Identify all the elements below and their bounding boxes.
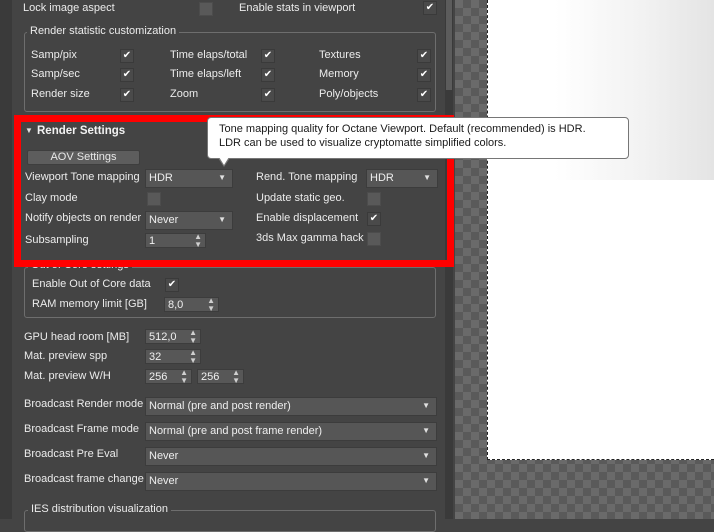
mat-preview-width-value: 256 — [149, 371, 168, 383]
stat-checkbox[interactable]: ✔ — [417, 88, 431, 102]
checkmark-icon: ✔ — [167, 279, 177, 290]
spinner-arrows-icon[interactable]: ▲ ▼ — [189, 349, 197, 365]
broadcast-frame-change-value: Never — [149, 475, 179, 487]
stat-label: Poly/objects — [319, 88, 379, 100]
viewport[interactable] — [455, 0, 714, 519]
broadcast-frame-change-label: Broadcast frame change — [24, 473, 144, 485]
stat-checkbox[interactable]: ✔ — [261, 68, 275, 82]
checkmark-icon: ✔ — [263, 69, 273, 80]
ram-memory-limit-value: 8,0 — [168, 299, 184, 311]
broadcast-pre-eval-value: Never — [149, 450, 179, 462]
mat-preview-spp-value: 32 — [149, 351, 162, 363]
broadcast-pre-eval-dropdown[interactable]: Never ▼ — [145, 447, 437, 466]
stat-label: Samp/pix — [31, 49, 77, 61]
ram-memory-limit-spinner[interactable]: 8,0 ▲ ▼ — [164, 297, 219, 313]
tooltip: Tone mapping quality for Octane Viewport… — [207, 117, 629, 167]
gpu-head-room-spinner[interactable]: 512,0 ▲ ▼ — [145, 329, 201, 345]
enable-stats-label: Enable stats in viewport — [239, 2, 356, 14]
stat-label: Textures — [319, 49, 361, 61]
broadcast-render-mode-label: Broadcast Render mode — [24, 398, 144, 410]
mat-preview-height-spinner[interactable]: 256 ▲ ▼ — [197, 369, 244, 385]
mat-preview-spp-label: Mat. preview spp — [24, 350, 108, 362]
ies-group-title: IES distribution visualization — [28, 503, 171, 513]
tooltip-line-1: Tone mapping quality for Octane Viewport… — [219, 123, 586, 135]
stat-label: Render size — [31, 88, 90, 100]
spinner-arrows-icon[interactable]: ▲ ▼ — [232, 369, 240, 385]
gpu-head-room-label: GPU head room [MB] — [24, 331, 130, 343]
mat-preview-wh-label: Mat. preview W/H — [24, 370, 111, 382]
checkmark-icon: ✔ — [419, 89, 429, 100]
chevron-down-icon: ▼ — [422, 451, 430, 460]
tooltip-line-2: LDR can be used to visualize cryptomatte… — [219, 137, 507, 149]
enable-out-of-core-checkbox[interactable]: ✔ — [165, 278, 179, 292]
spinner-arrows-icon[interactable]: ▲ ▼ — [189, 329, 197, 345]
checkmark-icon: ✔ — [263, 89, 273, 100]
mat-preview-width-spinner[interactable]: 256 ▲ ▼ — [145, 369, 192, 385]
stat-label: Time elaps/left — [170, 68, 242, 80]
tooltip-tail-fill — [219, 157, 229, 165]
checkmark-icon: ✔ — [122, 89, 132, 100]
ram-memory-limit-label: RAM memory limit [GB] — [32, 298, 147, 310]
checkmark-icon: ✔ — [419, 50, 429, 61]
stat-label: Samp/sec — [31, 68, 80, 80]
spinner-arrows-icon[interactable]: ▲ ▼ — [180, 369, 188, 385]
ies-group — [24, 510, 436, 532]
chevron-down-icon: ▼ — [422, 476, 430, 485]
broadcast-frame-mode-dropdown[interactable]: Normal (pre and post frame render) ▼ — [145, 422, 437, 441]
broadcast-frame-mode-label: Broadcast Frame mode — [24, 423, 139, 435]
stat-checkbox[interactable]: ✔ — [120, 68, 134, 82]
mat-preview-spp-spinner[interactable]: 32 ▲ ▼ — [145, 349, 201, 365]
panel-scrollbar-thumb[interactable] — [446, 0, 452, 90]
stat-checkbox[interactable]: ✔ — [120, 49, 134, 63]
enable-out-of-core-label: Enable Out of Core data — [32, 278, 151, 290]
stat-label: Zoom — [170, 88, 199, 100]
stat-checkbox[interactable]: ✔ — [120, 88, 134, 102]
chevron-down-icon: ▼ — [422, 401, 430, 410]
stat-checkbox[interactable]: ✔ — [417, 68, 431, 82]
checkmark-icon: ✔ — [263, 50, 273, 61]
lock-image-aspect-checkbox[interactable] — [199, 2, 213, 16]
broadcast-render-mode-dropdown[interactable]: Normal (pre and post render) ▼ — [145, 397, 437, 416]
stat-checkbox[interactable]: ✔ — [261, 49, 275, 63]
panel-left-edge — [0, 0, 12, 519]
render-statistic-group-title: Render statistic customization — [27, 25, 180, 37]
lock-image-aspect-label: Lock image aspect — [23, 2, 115, 14]
stat-label: Time elaps/total — [170, 49, 248, 61]
checkmark-icon: ✔ — [122, 50, 132, 61]
stat-checkbox[interactable]: ✔ — [261, 88, 275, 102]
checkmark-icon: ✔ — [122, 69, 132, 80]
enable-stats-checkbox[interactable]: ✔ — [423, 1, 437, 15]
broadcast-frame-change-dropdown[interactable]: Never ▼ — [145, 472, 437, 491]
spinner-arrows-icon[interactable]: ▲ ▼ — [207, 297, 215, 313]
broadcast-frame-mode-value: Normal (pre and post frame render) — [149, 425, 323, 437]
stat-checkbox[interactable]: ✔ — [417, 49, 431, 63]
checkmark-icon: ✔ — [419, 69, 429, 80]
checkmark-icon: ✔ — [425, 2, 435, 13]
broadcast-pre-eval-label: Broadcast Pre Eval — [24, 448, 119, 460]
broadcast-render-mode-value: Normal (pre and post render) — [149, 400, 291, 412]
mat-preview-height-value: 256 — [201, 371, 220, 383]
gpu-head-room-value: 512,0 — [149, 331, 177, 343]
stat-label: Memory — [319, 68, 359, 80]
chevron-down-icon: ▼ — [422, 426, 430, 435]
